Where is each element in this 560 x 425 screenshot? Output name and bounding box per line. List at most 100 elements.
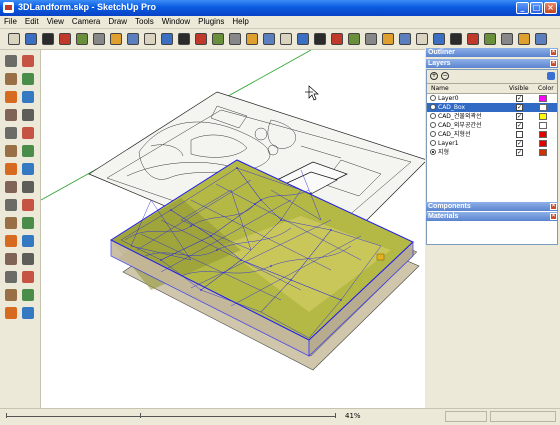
smoove-icon[interactable]	[465, 31, 481, 47]
wireframe-icon[interactable]	[346, 31, 362, 47]
layer-color-swatch[interactable]	[539, 131, 547, 138]
close-button[interactable]: ×	[544, 2, 557, 14]
active-layer-radio[interactable]	[430, 104, 436, 110]
circle-icon[interactable]	[4, 108, 18, 122]
offset-icon[interactable]	[21, 162, 35, 176]
layer-row[interactable]: CAD_건물외곽선 ✓	[427, 112, 557, 121]
erase-icon[interactable]	[108, 31, 124, 47]
right-view-icon[interactable]	[278, 31, 294, 47]
zoom-extents-icon[interactable]	[4, 270, 18, 284]
tape-measure-icon[interactable]	[4, 180, 18, 194]
layer-row[interactable]: Layer1 ✓	[427, 139, 557, 148]
zoom-icon[interactable]	[4, 252, 18, 266]
menu-edit[interactable]: Edit	[21, 16, 43, 28]
components-header[interactable]: Components ×	[426, 202, 558, 211]
flip-edge-icon[interactable]	[533, 31, 549, 47]
active-layer-radio[interactable]	[430, 122, 436, 128]
menu-help[interactable]: Help	[228, 16, 252, 28]
paste-icon[interactable]	[91, 31, 107, 47]
layer-visible-checkbox[interactable]: ✓	[516, 113, 523, 120]
outliner-close-icon[interactable]: ×	[550, 49, 557, 56]
modeling-viewport[interactable]	[41, 50, 425, 408]
maximize-button[interactable]: □	[530, 2, 543, 14]
dimension-icon[interactable]	[21, 180, 35, 194]
menu-view[interactable]: View	[43, 16, 68, 28]
front-view-icon[interactable]	[261, 31, 277, 47]
menu-window[interactable]: Window	[158, 16, 194, 28]
layer-row[interactable]: 지형 ✓	[427, 148, 557, 157]
active-layer-radio[interactable]	[430, 131, 436, 137]
layer-visible-checkbox[interactable]: ✓	[516, 140, 523, 147]
layer-color-swatch[interactable]	[539, 140, 547, 147]
pan-icon[interactable]	[21, 234, 35, 248]
timeline-track[interactable]	[6, 416, 336, 417]
layer-name[interactable]: Layer0	[438, 94, 459, 103]
sandbox-from-contours-icon[interactable]	[431, 31, 447, 47]
left-view-icon[interactable]	[312, 31, 328, 47]
materials-close-icon[interactable]: ×	[550, 213, 557, 220]
eraser-icon[interactable]	[21, 54, 35, 68]
undo-icon[interactable]	[125, 31, 141, 47]
menu-tools[interactable]: Tools	[131, 16, 158, 28]
layer-row[interactable]: CAD_Box ✓	[427, 103, 557, 112]
active-layer-radio[interactable]	[430, 95, 436, 101]
layer-visible-checkbox[interactable]: ✓	[516, 149, 523, 156]
walk-icon[interactable]	[4, 306, 18, 320]
push-pull-icon[interactable]	[21, 126, 35, 140]
layer-name[interactable]: CAD_건물외곽선	[438, 112, 482, 121]
3d-text-icon[interactable]	[21, 216, 35, 230]
top-view-icon[interactable]	[244, 31, 260, 47]
outliner-header[interactable]: Outliner ×	[426, 48, 558, 57]
menu-plugins[interactable]: Plugins	[194, 16, 228, 28]
follow-me-icon[interactable]	[21, 144, 35, 158]
iso-view-icon[interactable]	[227, 31, 243, 47]
redo-icon[interactable]	[142, 31, 158, 47]
cut-icon[interactable]	[57, 31, 73, 47]
layers-header[interactable]: Layers ×	[426, 59, 558, 68]
stamp-icon[interactable]	[482, 31, 498, 47]
position-camera-icon[interactable]	[4, 288, 18, 302]
status-pane-measurements[interactable]	[490, 411, 556, 422]
print-icon[interactable]	[159, 31, 175, 47]
paint-bucket-icon[interactable]	[4, 72, 18, 86]
protractor-icon[interactable]	[4, 198, 18, 212]
delete-layer-icon[interactable]: −	[441, 72, 449, 80]
text-icon[interactable]	[21, 198, 35, 212]
line-icon[interactable]	[21, 72, 35, 86]
materials-header[interactable]: Materials ×	[426, 212, 558, 221]
layer-name[interactable]: CAD_외부공간선	[438, 121, 482, 130]
shaded-texture-icon[interactable]	[397, 31, 413, 47]
layer-visible-checkbox[interactable]: ✓	[516, 95, 523, 102]
drape-icon[interactable]	[499, 31, 515, 47]
open-icon[interactable]	[23, 31, 39, 47]
save-icon[interactable]	[40, 31, 56, 47]
section-plane-icon[interactable]	[21, 306, 35, 320]
rotate-icon[interactable]	[4, 144, 18, 158]
layer-color-swatch[interactable]	[539, 149, 547, 156]
layer-color-swatch[interactable]	[539, 113, 547, 120]
add-layer-icon[interactable]: +	[430, 72, 438, 80]
visible-column-header[interactable]: Visible	[509, 84, 529, 93]
layer-color-swatch[interactable]	[539, 122, 547, 129]
active-layer-radio[interactable]	[430, 140, 436, 146]
zoom-window-icon[interactable]	[21, 252, 35, 266]
menu-camera[interactable]: Camera	[68, 16, 104, 28]
add-detail-icon[interactable]	[516, 31, 532, 47]
geolocation-icon[interactable]	[176, 31, 192, 47]
rectangle-icon[interactable]	[4, 90, 18, 104]
sandbox-from-scratch-icon[interactable]	[448, 31, 464, 47]
menu-draw[interactable]: Draw	[104, 16, 131, 28]
xray-icon[interactable]	[329, 31, 345, 47]
monochrome-icon[interactable]	[414, 31, 430, 47]
scale-icon[interactable]	[4, 162, 18, 176]
layer-visible-checkbox[interactable]: ✓	[516, 104, 523, 111]
layer-name[interactable]: CAD_Box	[438, 103, 465, 112]
layers-close-icon[interactable]: ×	[550, 60, 557, 67]
layer-name[interactable]: 지형	[438, 148, 449, 157]
name-column-header[interactable]: Name	[431, 84, 449, 93]
materials-icon[interactable]	[210, 31, 226, 47]
shaded-icon[interactable]	[380, 31, 396, 47]
layer-name[interactable]: Layer1	[438, 139, 459, 148]
layer-visible-checkbox[interactable]	[516, 131, 523, 138]
layer-visible-checkbox[interactable]: ✓	[516, 122, 523, 129]
